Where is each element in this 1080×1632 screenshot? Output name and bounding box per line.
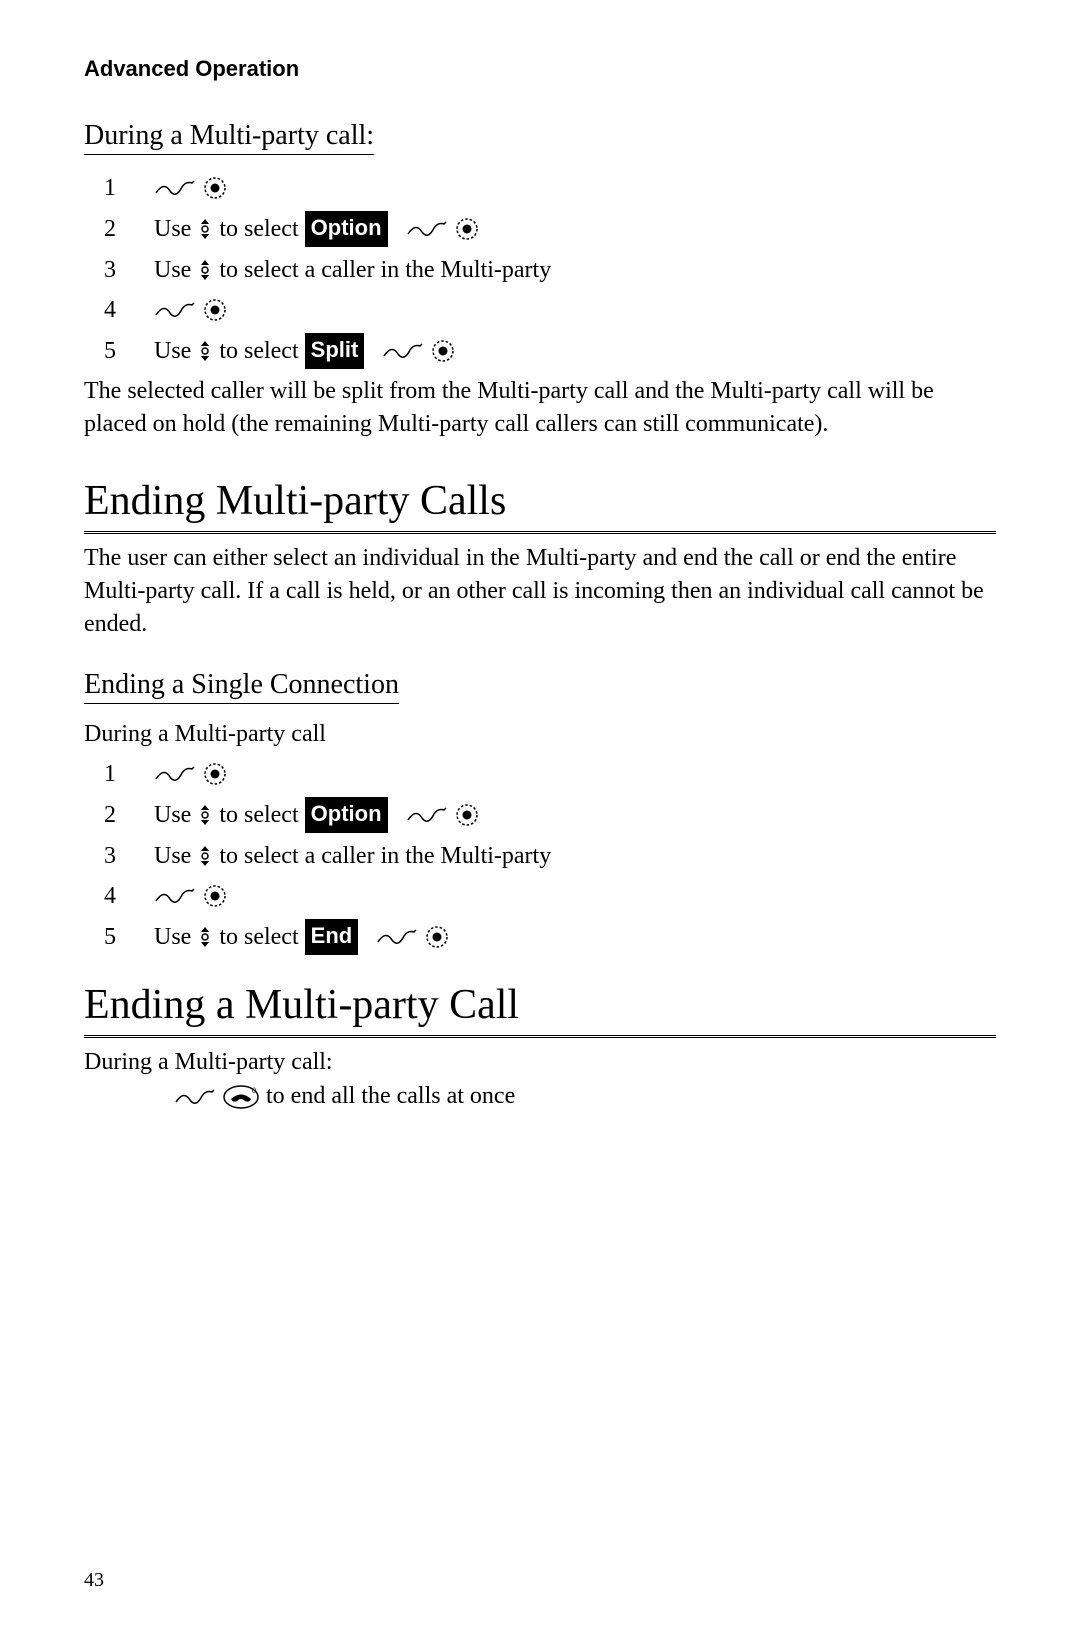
step-text: to select a caller in the Multi-party xyxy=(219,839,551,873)
subheading-during-call: During a Multi-party call: xyxy=(84,120,374,155)
step-number: 5 xyxy=(84,334,154,368)
updown-icon xyxy=(197,925,213,949)
cursive-icon xyxy=(406,218,448,240)
target-icon xyxy=(424,924,450,950)
split-label: Split xyxy=(305,333,365,369)
step-row: 3 Use to select a caller in the Multi-pa… xyxy=(84,253,996,287)
option-label: Option xyxy=(305,211,388,247)
step-text: Use xyxy=(154,798,191,832)
chapter-header: Advanced Operation xyxy=(84,56,996,82)
paragraph: The user can either select an individual… xyxy=(84,542,996,641)
svg-text:0: 0 xyxy=(252,1086,256,1095)
step-text: to select xyxy=(219,798,298,832)
cursive-icon xyxy=(174,1086,216,1108)
steps-list-2: 1 2 Use to select Option 3 Use to select… xyxy=(84,757,996,955)
steps-list-1: 1 2 Use to select Option 3 Use to select… xyxy=(84,171,996,369)
end-label: End xyxy=(305,919,359,955)
target-icon xyxy=(454,216,480,242)
step-number: 4 xyxy=(84,879,154,913)
heading-ending-multiparty-calls: Ending Multi-party Calls xyxy=(84,477,996,534)
cursive-icon xyxy=(406,804,448,826)
cursive-icon xyxy=(154,885,196,907)
step-text: Use xyxy=(154,212,191,246)
step-row: 4 xyxy=(84,293,996,327)
step-text: Use xyxy=(154,920,191,954)
paragraph: The selected caller will be split from t… xyxy=(84,375,996,441)
updown-icon xyxy=(197,339,213,363)
subheading-ending-single: Ending a Single Connection xyxy=(84,669,399,704)
step-number: 2 xyxy=(84,212,154,246)
updown-icon xyxy=(197,217,213,241)
target-icon xyxy=(202,297,228,323)
step-row: 1 xyxy=(84,171,996,205)
step-text: to end all the calls at once xyxy=(266,1083,515,1110)
target-icon xyxy=(202,883,228,909)
hangup-icon: 0 xyxy=(222,1084,260,1110)
step-row: 5 Use to select Split xyxy=(84,333,996,369)
step-text: Use xyxy=(154,334,191,368)
target-icon xyxy=(202,761,228,787)
intro-text: During a Multi-party call xyxy=(84,718,996,751)
step-text: to select xyxy=(219,334,298,368)
cursive-icon xyxy=(154,299,196,321)
step-row: 2 Use to select Option xyxy=(84,797,996,833)
option-label: Option xyxy=(305,797,388,833)
step-row: 5 Use to select End xyxy=(84,919,996,955)
step-text: to select xyxy=(219,920,298,954)
target-icon xyxy=(430,338,456,364)
end-all-line: 0 to end all the calls at once xyxy=(174,1083,996,1110)
step-text: to select a caller in the Multi-party xyxy=(219,253,551,287)
step-text: Use xyxy=(154,253,191,287)
step-number: 1 xyxy=(84,757,154,791)
step-number: 4 xyxy=(84,293,154,327)
step-number: 3 xyxy=(84,253,154,287)
step-row: 2 Use to select Option xyxy=(84,211,996,247)
target-icon xyxy=(202,175,228,201)
step-row: 3 Use to select a caller in the Multi-pa… xyxy=(84,839,996,873)
cursive-icon xyxy=(376,926,418,948)
step-number: 2 xyxy=(84,798,154,832)
updown-icon xyxy=(197,844,213,868)
page-number: 43 xyxy=(84,1569,104,1592)
cursive-icon xyxy=(382,340,424,362)
step-text: Use xyxy=(154,839,191,873)
updown-icon xyxy=(197,803,213,827)
target-icon xyxy=(454,802,480,828)
step-row: 1 xyxy=(84,757,996,791)
updown-icon xyxy=(197,258,213,282)
cursive-icon xyxy=(154,763,196,785)
step-number: 3 xyxy=(84,839,154,873)
intro-text: During a Multi-party call: xyxy=(84,1046,996,1079)
cursive-icon xyxy=(154,177,196,199)
step-text: to select xyxy=(219,212,298,246)
step-row: 4 xyxy=(84,879,996,913)
step-number: 1 xyxy=(84,171,154,205)
heading-ending-a-multiparty-call: Ending a Multi-party Call xyxy=(84,981,996,1038)
step-number: 5 xyxy=(84,920,154,954)
